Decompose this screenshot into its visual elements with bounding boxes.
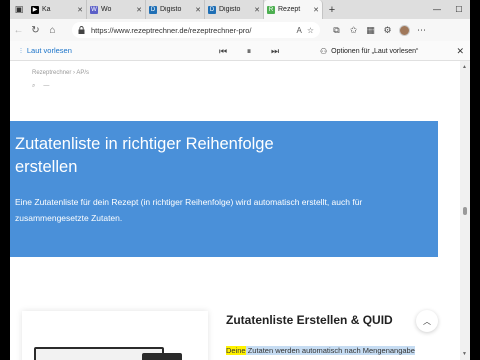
close-tab-icon[interactable]: ✕ bbox=[195, 6, 201, 14]
voice-options-icon: ⚇ bbox=[320, 46, 328, 56]
read-aloud-controls: ⏮ ⏸ ⏭ bbox=[210, 41, 288, 61]
web-page: Rezeptrechner › AP/s ⌕ — Zutatenliste in… bbox=[10, 61, 460, 360]
browser-tab[interactable]: W Wo ✕ bbox=[87, 0, 146, 19]
section-text: Deine Zutaten werden automatisch nach Me… bbox=[226, 346, 415, 355]
browser-window: ▣ ▶ Ka ✕ W Wo ✕ D Digisto ✕ D Digisto ✕ … bbox=[10, 0, 470, 360]
avatar bbox=[399, 24, 410, 36]
more-options-icon[interactable]: ⋯ bbox=[413, 19, 430, 41]
page-scrollbar[interactable]: ▲ ▼ bbox=[460, 61, 470, 360]
toolbar-right: ⧉ ✩ ▦ ⚙ ⋯ bbox=[328, 19, 430, 41]
tab-favicon-icon: D bbox=[208, 5, 216, 14]
scrollbar-thumb[interactable] bbox=[463, 207, 467, 215]
read-aloud-label: Laut vorlesen bbox=[26, 46, 72, 55]
tab-title: Digisto bbox=[160, 6, 182, 13]
hero-banner: Zutatenliste in richtiger Reihenfolge er… bbox=[10, 121, 438, 257]
breadcrumb[interactable]: Rezeptrechner › AP/s bbox=[32, 70, 89, 76]
url-field[interactable]: https://www.rezeptrechner.de/rezeptrechn… bbox=[72, 22, 320, 38]
scroll-to-top-button[interactable]: ︿ bbox=[416, 310, 438, 332]
reload-icon[interactable]: ↻ bbox=[27, 19, 44, 41]
close-tab-icon[interactable]: ✕ bbox=[313, 6, 319, 14]
close-tab-icon[interactable]: ✕ bbox=[77, 6, 83, 14]
feature-image-card bbox=[22, 311, 208, 360]
section-title: Zutatenliste Erstellen & QUID bbox=[226, 313, 393, 327]
new-tab-button[interactable]: + bbox=[323, 4, 341, 16]
tab-favicon-icon: D bbox=[149, 5, 157, 14]
tab-bar: ▣ ▶ Ka ✕ W Wo ✕ D Digisto ✕ D Digisto ✕ … bbox=[10, 0, 470, 19]
browser-tab[interactable]: D Digisto ✕ bbox=[205, 0, 264, 19]
voice-options-label: Optionen für „Laut vorlesen“ bbox=[331, 47, 419, 55]
tab-favicon-icon: ▶ bbox=[31, 5, 39, 14]
maximize-icon[interactable]: ☐ bbox=[448, 0, 470, 19]
home-icon[interactable]: ⌂ bbox=[44, 19, 61, 41]
favorites-icon[interactable]: ✩ bbox=[345, 19, 362, 41]
menu-icon[interactable]: — bbox=[43, 83, 49, 90]
close-tab-icon[interactable]: ✕ bbox=[136, 6, 142, 14]
tab-title: Digisto bbox=[219, 6, 241, 13]
address-bar: ← ↻ ⌂ https://www.rezeptrechner.de/rezep… bbox=[10, 19, 470, 41]
profile-avatar[interactable] bbox=[396, 19, 413, 41]
tab-actions-icon[interactable]: ▣ bbox=[10, 0, 28, 19]
favorite-star-icon[interactable]: ☆ bbox=[307, 26, 314, 35]
next-paragraph-icon[interactable]: ⏭ bbox=[262, 46, 288, 57]
browser-tab-active[interactable]: R Rezept ✕ bbox=[264, 0, 323, 19]
collections-icon[interactable]: ▦ bbox=[362, 19, 379, 41]
hero-text: Eine Zutatenliste für dein Rezept (in ri… bbox=[15, 197, 363, 223]
url-text: https://www.rezeptrechner.de/rezeptrechn… bbox=[91, 25, 252, 35]
read-aloud-current-word: Deine bbox=[226, 346, 246, 355]
scroll-down-icon[interactable]: ▼ bbox=[462, 351, 467, 357]
search-icon[interactable]: ⌕ bbox=[32, 83, 35, 90]
browser-tab[interactable]: D Digisto ✕ bbox=[146, 0, 205, 19]
voice-options-button[interactable]: ⚇ Optionen für „Laut vorlesen“ bbox=[320, 41, 418, 61]
read-aloud-label-group[interactable]: ⫶ Laut vorlesen bbox=[20, 46, 72, 56]
pause-icon[interactable]: ⏸ bbox=[236, 46, 262, 57]
back-icon[interactable]: ← bbox=[10, 19, 27, 41]
window-controls: — ☐ bbox=[426, 0, 470, 19]
extensions-icon[interactable]: ⚙ bbox=[379, 19, 396, 41]
tab-title: Rezept bbox=[278, 6, 301, 13]
close-read-aloud-icon[interactable]: ✕ bbox=[456, 41, 464, 61]
split-screen-icon[interactable]: ⧉ bbox=[328, 19, 345, 41]
tab-favicon-icon: R bbox=[267, 5, 275, 14]
hero-title: Zutatenliste in richtiger Reihenfolge er… bbox=[15, 135, 274, 176]
tab-title: Ka bbox=[42, 6, 51, 13]
breadcrumb-icons: ⌕ — bbox=[32, 83, 49, 90]
minimize-icon[interactable]: — bbox=[426, 0, 448, 19]
tab-favicon-icon: W bbox=[90, 5, 98, 14]
read-aloud-current-sentence: Zutaten werden automatisch nach Mengenan… bbox=[245, 346, 415, 355]
close-tab-icon[interactable]: ✕ bbox=[254, 6, 260, 14]
read-aloud-icon: ⫶ bbox=[20, 45, 22, 55]
tab-title: Wo bbox=[101, 6, 112, 13]
browser-tab[interactable]: ▶ Ka ✕ bbox=[28, 0, 87, 19]
previous-paragraph-icon[interactable]: ⏮ bbox=[210, 46, 236, 57]
phone-illustration bbox=[142, 353, 182, 360]
read-aloud-bar: ⫶ Laut vorlesen ⏮ ⏸ ⏭ ⚇ Optionen für „La… bbox=[10, 41, 470, 61]
lock-icon bbox=[78, 26, 85, 34]
scroll-up-icon[interactable]: ▲ bbox=[462, 64, 467, 70]
read-aloud-icon[interactable]: A bbox=[296, 26, 301, 35]
